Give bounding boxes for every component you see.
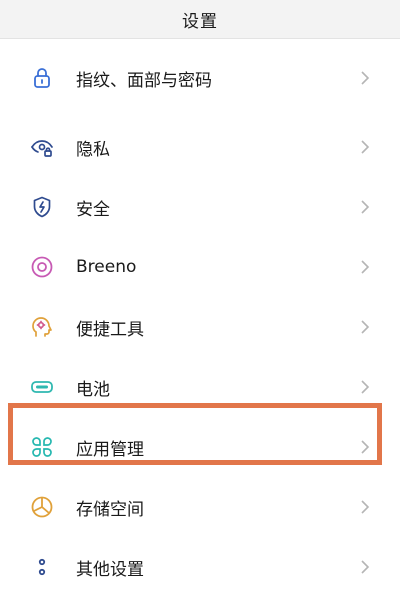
- settings-item-biometrics[interactable]: 指纹、面部与密码: [0, 39, 400, 117]
- chevron-right-icon: [358, 498, 372, 516]
- chevron-right-icon: [358, 558, 372, 576]
- chevron-right-icon: [358, 138, 372, 156]
- settings-item-label: 隐私: [76, 139, 110, 160]
- settings-item-label: Breeno: [76, 257, 137, 277]
- settings-item-security[interactable]: 安全: [0, 177, 400, 237]
- eye-lock-icon: [30, 135, 54, 159]
- settings-item-breeno[interactable]: Breeno: [0, 237, 400, 297]
- settings-item-label: 电池: [76, 379, 110, 400]
- settings-item-other[interactable]: 其他设置: [0, 537, 400, 597]
- lock-icon: [30, 66, 54, 90]
- settings-item-tools[interactable]: 便捷工具: [0, 297, 400, 357]
- settings-item-label: 便捷工具: [76, 319, 144, 340]
- settings-item-privacy[interactable]: 隐私: [0, 117, 400, 177]
- chevron-right-icon: [358, 258, 372, 276]
- pie-chart-icon: [30, 495, 54, 519]
- apps-icon: [30, 435, 54, 459]
- settings-item-label: 安全: [76, 199, 110, 220]
- battery-icon: [30, 375, 54, 399]
- shield-icon: [30, 195, 54, 219]
- settings-item-storage[interactable]: 存储空间: [0, 477, 400, 537]
- head-gear-icon: [30, 315, 54, 339]
- chevron-right-icon: [358, 438, 372, 456]
- chevron-right-icon: [358, 198, 372, 216]
- breeno-icon: [30, 255, 54, 279]
- settings-item-label: 指纹、面部与密码: [76, 70, 212, 91]
- chevron-right-icon: [358, 69, 372, 87]
- page-header: 设置: [0, 0, 400, 39]
- settings-item-label: 存储空间: [76, 499, 144, 520]
- settings-item-battery[interactable]: 电池: [0, 357, 400, 417]
- settings-list: 指纹、面部与密码 隐私 安全 Breeno 便捷工具 电池 应用管理 存储空间 …: [0, 39, 400, 597]
- more-icon: [30, 555, 54, 579]
- settings-item-label: 应用管理: [76, 439, 144, 460]
- chevron-right-icon: [358, 318, 372, 336]
- settings-item-label: 其他设置: [76, 559, 144, 580]
- page-title: 设置: [182, 11, 218, 32]
- settings-item-app-management[interactable]: 应用管理: [0, 417, 400, 477]
- chevron-right-icon: [358, 378, 372, 396]
